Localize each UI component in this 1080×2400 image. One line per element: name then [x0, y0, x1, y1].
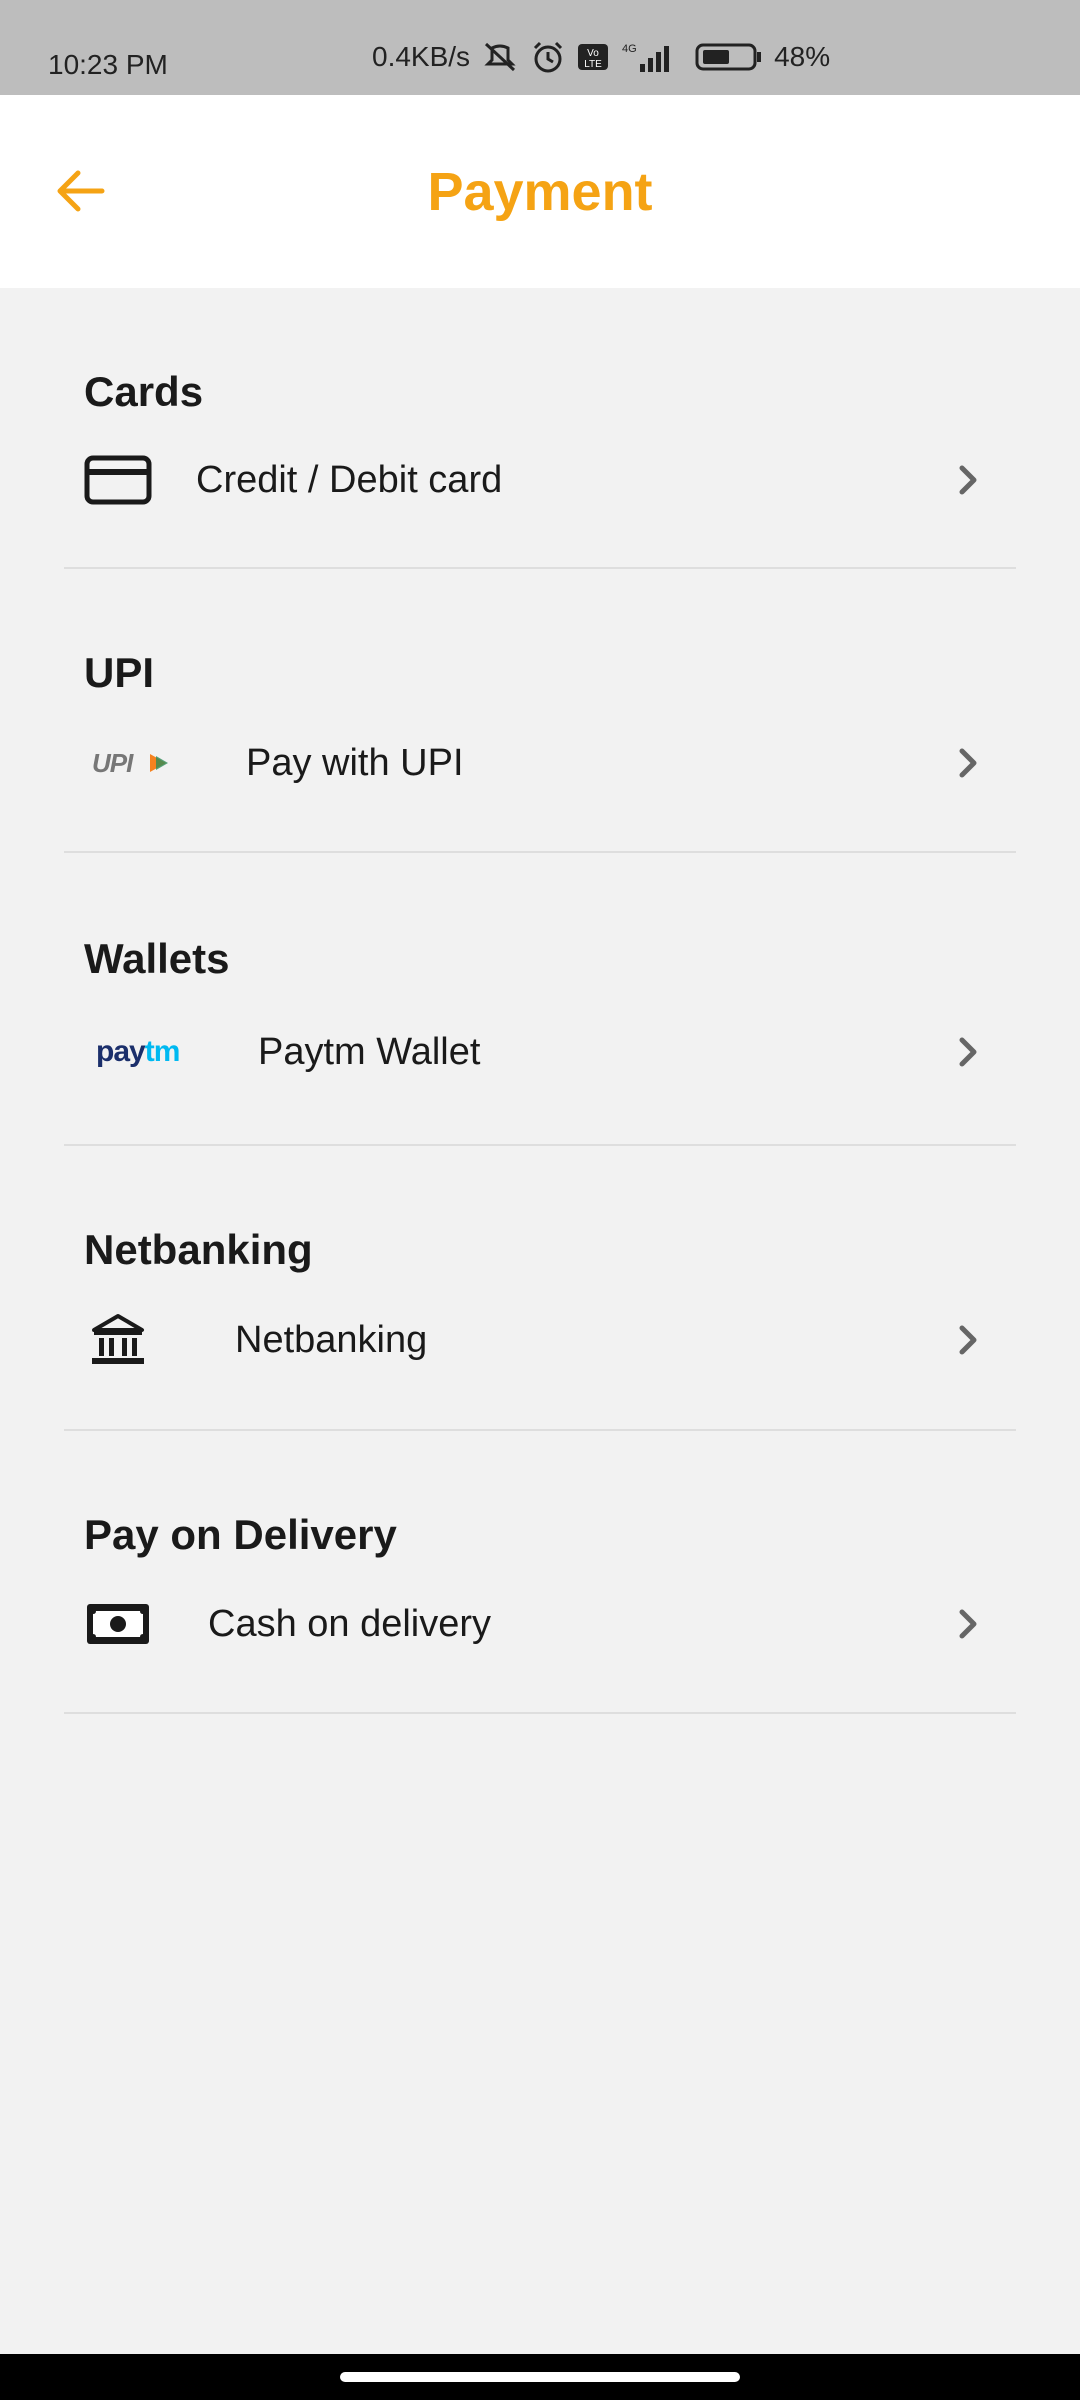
section-title: Cards — [84, 368, 204, 415]
system-nav-bar — [0, 2354, 1080, 2400]
section-title: Netbanking — [84, 1226, 313, 1273]
app-header: Payment — [0, 95, 1080, 288]
mute-vibrate-icon — [484, 42, 516, 72]
status-icons: 0.4KB/s Vo LTE 4G 48% — [372, 40, 830, 74]
paytm-wallet-option[interactable]: pay tm Paytm Wallet — [64, 1007, 1016, 1097]
pay-with-upi-option[interactable]: UPI Pay with UPI — [64, 718, 1016, 808]
chevron-right-icon — [959, 1037, 977, 1067]
section-pay-on-delivery: Pay on Delivery Cash on delivery — [64, 1429, 1016, 1714]
option-label: Credit / Debit card — [196, 458, 503, 501]
paytm-logo: pay tm — [96, 1035, 180, 1068]
cash-icon — [84, 1579, 152, 1669]
option-label: Cash on delivery — [208, 1602, 492, 1645]
home-gesture-handle[interactable] — [340, 2372, 740, 2382]
battery-icon — [695, 43, 762, 71]
cash-on-delivery-option[interactable]: Cash on delivery — [64, 1579, 1016, 1669]
netbanking-option[interactable]: Netbanking — [64, 1295, 1016, 1385]
signal-icon: 4G — [622, 43, 670, 72]
network-speed: 0.4KB/s — [372, 41, 471, 72]
bank-icon — [90, 1295, 146, 1385]
status-bar: 10:23 PM 0.4KB/s Vo LTE 4G 48% — [0, 0, 1080, 95]
upi-logo: UPI — [92, 718, 172, 808]
chevron-right-icon — [959, 748, 977, 778]
chevron-right-icon — [959, 1609, 977, 1639]
battery-level: 48% — [774, 41, 831, 72]
option-label: Paytm Wallet — [258, 1030, 481, 1073]
section-title: UPI — [84, 649, 155, 696]
section-title: Pay on Delivery — [84, 1511, 397, 1558]
section-title: Wallets — [84, 935, 230, 982]
alarm-icon — [534, 41, 563, 73]
chevron-right-icon — [959, 1325, 977, 1355]
section-cards: Cards Credit / Debit card — [64, 288, 1016, 569]
section-netbanking: Netbanking Netbanking — [64, 1144, 1016, 1431]
svg-text:4G: 4G — [622, 43, 637, 55]
svg-text:LTE: LTE — [584, 59, 602, 70]
chevron-right-icon — [959, 465, 977, 495]
option-label: Netbanking — [235, 1318, 428, 1361]
credit-card-icon — [84, 435, 152, 525]
page-title: Payment — [427, 161, 653, 222]
svg-text:UPI: UPI — [92, 748, 134, 778]
svg-text:Vo: Vo — [587, 48, 599, 59]
credit-debit-card-option[interactable]: Credit / Debit card — [64, 435, 1016, 525]
arrow-left-icon — [57, 170, 105, 212]
option-label: Pay with UPI — [246, 741, 464, 784]
back-button[interactable] — [44, 155, 116, 227]
volte-icon: Vo LTE — [578, 44, 609, 70]
section-upi: UPI UPI Pay with UPI — [64, 567, 1016, 853]
status-time: 10:23 PM — [48, 49, 168, 80]
section-wallets: Wallets pay tm Paytm Wallet — [64, 851, 1016, 1146]
